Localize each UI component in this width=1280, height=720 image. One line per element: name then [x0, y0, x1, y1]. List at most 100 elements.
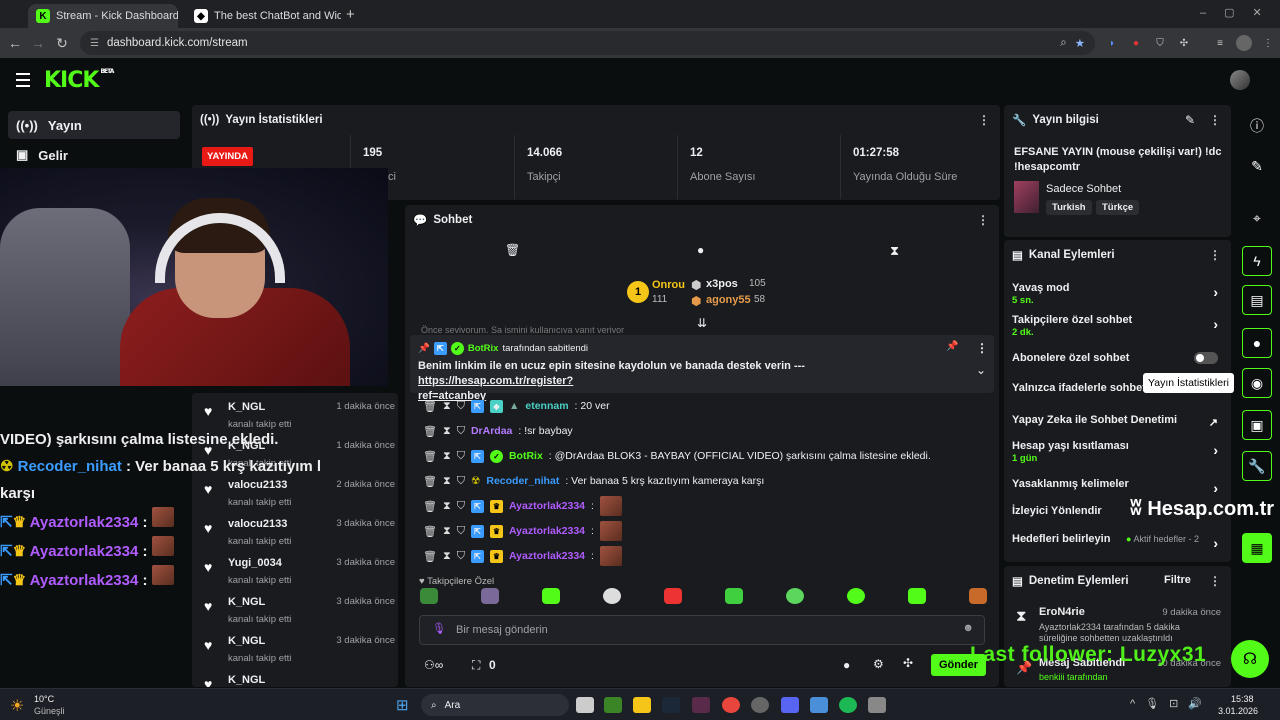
clock-date[interactable]: 3.01.2026 [1218, 706, 1258, 716]
emote-icon[interactable] [542, 588, 560, 604]
avatar[interactable] [1230, 70, 1250, 90]
discord-icon[interactable] [781, 697, 799, 713]
app-icon[interactable] [751, 697, 769, 713]
more-options-icon[interactable]: ⋮ [977, 213, 989, 227]
channel-points-icon[interactable]: ⚇∞ [424, 658, 443, 672]
puzzle-icon[interactable]: ✣ [903, 656, 913, 670]
chat-user[interactable]: Ayaztorlak2334 [509, 550, 585, 562]
followers-only-row[interactable]: Takipçilere özel sohbet 2 dk. › [1004, 310, 1228, 340]
reading-list-icon[interactable]: ≡ [1212, 35, 1228, 51]
zoom-icon[interactable]: ⌕ [1060, 37, 1066, 50]
tray-icons[interactable]: ^🎙⊡🔊 [1130, 697, 1212, 710]
profile-icon[interactable] [1236, 35, 1252, 51]
chat-user[interactable]: Ayaztorlak2334 [509, 525, 585, 537]
lightning-icon[interactable]: ϟ [1242, 246, 1272, 276]
window-controls[interactable]: –▢✕ [1200, 6, 1280, 19]
gear-icon[interactable]: ⚙ [873, 657, 884, 671]
app-icon[interactable] [692, 697, 710, 713]
weather-sun-icon[interactable]: ☀ [10, 696, 24, 716]
headset-icon[interactable]: ☊ [1231, 640, 1269, 678]
tab-kick-dashboard[interactable]: K Stream - Kick Dashboard ✕ [28, 4, 178, 28]
reload-icon[interactable]: ↻ [50, 35, 74, 52]
site-info-icon[interactable]: ☰ [90, 38, 99, 49]
goals-row[interactable]: Hedefleri belirleyin ● Aktif hedefler - 2… [1004, 529, 1228, 559]
extension-icon[interactable]: ● [1128, 35, 1144, 51]
hourglass-icon[interactable]: ⧗ [890, 243, 899, 259]
minecraft-icon[interactable] [604, 697, 622, 713]
chat-message[interactable]: 🗑 ⧗ ⛉ ⇱ ♛ Ayaztorlak2334: [423, 496, 622, 516]
chat-message[interactable]: 🗑 ⧗ ⛉ ☢ Recoder_nihat: Ver banaa 5 krş kazıt… [423, 471, 764, 491]
emote-icon[interactable] [969, 588, 987, 604]
more-options-icon[interactable]: ⋮ [978, 113, 990, 127]
puzzle-icon[interactable]: ✣ [1176, 35, 1192, 51]
clock-time[interactable]: 15:38 [1231, 694, 1254, 704]
chrome-icon[interactable] [722, 697, 740, 713]
forward-icon[interactable]: → [26, 35, 50, 51]
wrench-icon[interactable]: 🔧 [1242, 451, 1272, 481]
edit-pencil-icon[interactable]: ✎ [1185, 113, 1195, 127]
filter-button[interactable]: Filtre [1164, 574, 1191, 586]
terminal-icon[interactable]: ▣ [1242, 410, 1272, 440]
tab-chatbot[interactable]: ◆ The best ChatBot and Widg 🔊 ✕ [186, 4, 341, 28]
notes-icon[interactable]: ▤ [1242, 285, 1272, 315]
back-icon[interactable]: ← [3, 35, 27, 51]
trash-icon[interactable]: 🗑 [505, 243, 520, 257]
chat-user[interactable]: Ayaztorlak2334 [509, 500, 585, 512]
info-icon[interactable]: ⓘ [1242, 111, 1272, 141]
weather-temp[interactable]: 10°C [34, 694, 54, 704]
sidebar-item-yayin[interactable]: ((•)) Yayın [8, 111, 180, 139]
unpin-icon[interactable]: 📌 [946, 341, 958, 352]
chat-message[interactable]: 🗑 ⧗ ⛉ ⇱ ♛ Ayaztorlak2334: [423, 521, 622, 541]
slow-mode-row[interactable]: Yavaş mod 5 sn. › [1004, 278, 1228, 308]
file-explorer-icon[interactable] [633, 697, 651, 713]
settings-icon[interactable] [868, 697, 886, 713]
steam-icon[interactable] [662, 697, 680, 713]
chat-message[interactable]: 🗑 ⧗ ⛉ ⇱ ◈ ▲ etennam: 20 ver [423, 396, 610, 416]
emote-icon[interactable] [725, 588, 743, 604]
task-view-icon[interactable] [576, 697, 594, 713]
app-icon[interactable] [810, 697, 828, 713]
broadcast-icon[interactable]: ◉ [1242, 368, 1272, 398]
more-options-icon[interactable]: ⋮ [1209, 113, 1221, 127]
toggle-switch[interactable] [1194, 352, 1218, 364]
more-options-icon[interactable]: ⋮ [1209, 574, 1221, 588]
app-icon[interactable]: ▦ [1242, 533, 1272, 563]
emote-icon[interactable] [603, 588, 621, 604]
tag-chip[interactable]: Turkish [1046, 200, 1092, 215]
microphone-icon[interactable]: 🎙 [432, 622, 446, 635]
pinned-message[interactable]: 📌 ⇱ ✓ BotRix tarafından sabitlendi 📌 ⋮ B… [410, 335, 994, 402]
account-age-row[interactable]: Hesap yaşı kısıtlaması 1 gün › [1004, 436, 1228, 466]
chat-input[interactable]: 🎙 Bir mesaj gönderin ☻ [419, 615, 985, 645]
emote-icon[interactable] [908, 588, 926, 604]
shield-icon[interactable]: ⛉ [1152, 35, 1168, 51]
emote-icon[interactable] [420, 588, 438, 604]
extension-icon[interactable]: ◗ [1104, 35, 1120, 51]
menu-icon[interactable]: ⋮ [1260, 35, 1276, 51]
chat-user[interactable]: etennam [525, 400, 568, 412]
weather-desc[interactable]: Güneşli [34, 706, 65, 716]
emote-icon[interactable] [786, 588, 804, 604]
emote-icon[interactable] [847, 588, 865, 604]
pinned-link[interactable]: https://hesap.com.tr/register? [418, 375, 573, 387]
chat-message[interactable]: 🗑 ⧗ ⛉ ⇱ ✓ BotRix: @DrArdaa BLOK3 - BAYBAY (OF… [423, 446, 931, 466]
chevron-down-icon[interactable]: ⌄ [976, 363, 986, 377]
stream-category[interactable]: Sadece Sohbet [1046, 183, 1121, 195]
category-thumbnail[interactable] [1014, 181, 1039, 213]
tag-chip[interactable]: Türkçe [1096, 200, 1140, 215]
bookmark-star-icon[interactable]: ★ [1075, 36, 1085, 50]
windows-start-icon[interactable]: ⊞ [396, 696, 409, 714]
url-field[interactable]: ☰ dashboard.kick.com/stream ⌕ ★ [80, 31, 1095, 55]
spotify-icon[interactable] [839, 697, 857, 713]
emote-icon[interactable] [664, 588, 682, 604]
edit-pencil-icon[interactable]: ✎ [1242, 151, 1272, 181]
chat-user[interactable]: Recoder_nihat [486, 475, 559, 487]
chat-user[interactable]: DrArdaa [471, 425, 512, 437]
kick-logo[interactable]: KICK BETA [44, 68, 114, 93]
new-tab-button[interactable]: + [346, 6, 355, 23]
emote-icon[interactable] [481, 588, 499, 604]
hamburger-icon[interactable] [16, 73, 30, 91]
chat-message[interactable]: 🗑 ⧗ ⛉ ⇱ ♛ Ayaztorlak2334: [423, 546, 622, 566]
chat-user[interactable]: BotRix [509, 450, 543, 462]
chat-settings-icon[interactable]: ● [843, 658, 850, 672]
gift-icon[interactable]: ⛶ [472, 658, 480, 673]
